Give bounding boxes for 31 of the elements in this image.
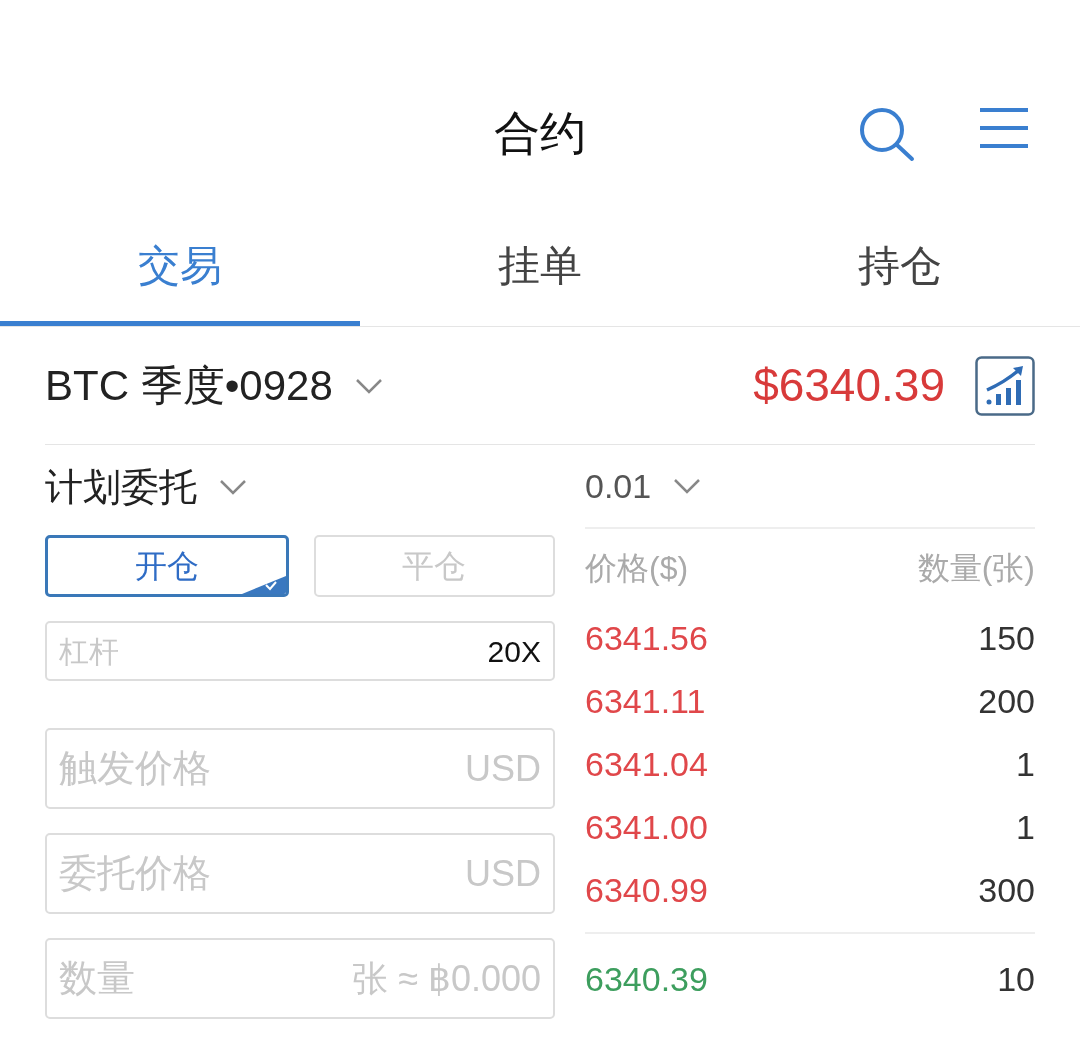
order-price: 6341.11 — [585, 681, 706, 722]
column-header: 价格($) — [585, 549, 689, 588]
chart-icon[interactable] — [975, 355, 1035, 416]
check-icon — [241, 576, 286, 594]
chevron-down-icon — [354, 377, 383, 394]
page-title: 合约 — [494, 105, 586, 161]
order-price: 6340.99 — [585, 870, 708, 911]
order-amount: 200 — [978, 681, 1035, 722]
order-amount: 300 — [978, 870, 1035, 911]
search-icon[interactable] — [858, 106, 916, 162]
chevron-down-icon — [219, 479, 247, 495]
tab[interactable]: 挂单 — [360, 210, 720, 326]
mode-button[interactable]: 开仓 — [45, 535, 289, 597]
column-header: 数量(张) — [917, 549, 1035, 588]
order-price: 6341.56 — [585, 618, 708, 659]
order-price: 6340.39 — [585, 959, 708, 1000]
contract-name[interactable]: BTC 季度•0928 — [45, 354, 333, 417]
order-type[interactable]: 计划委托 — [45, 458, 197, 516]
chevron-down-icon — [673, 478, 702, 494]
order-amount: 10 — [997, 959, 1035, 1000]
tab[interactable]: 持仓 — [720, 210, 1080, 326]
order-amount: 1 — [1016, 807, 1035, 848]
precision-select[interactable]: 0.01 — [585, 460, 652, 512]
order-price: 6341.00 — [585, 807, 708, 848]
order-amount: 1 — [1016, 744, 1035, 785]
tab[interactable]: 交易 — [0, 210, 360, 326]
order-amount: 150 — [978, 618, 1035, 659]
leverage-value: 20X — [487, 633, 541, 670]
order-price: 6341.04 — [585, 744, 708, 785]
menu-icon[interactable] — [978, 106, 1030, 150]
contract-price: $6340.39 — [753, 358, 945, 413]
